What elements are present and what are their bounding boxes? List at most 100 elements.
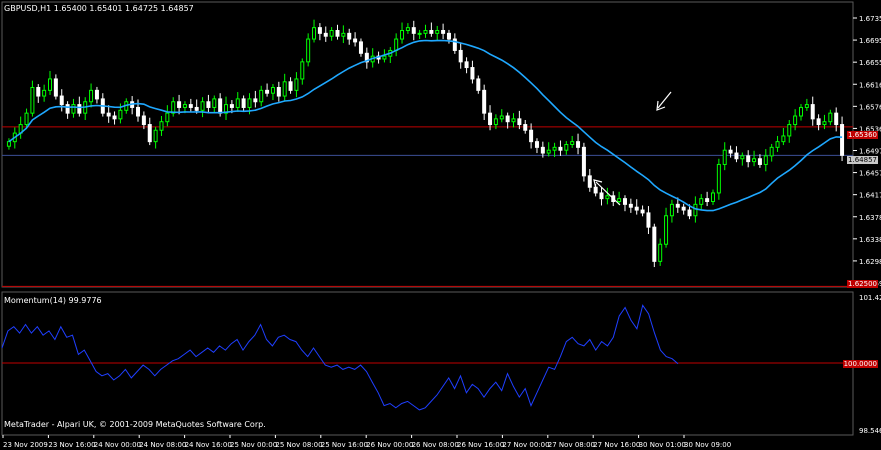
candle-body (822, 121, 827, 126)
candle-body (605, 195, 610, 200)
candle-body (118, 109, 123, 120)
candle-body (699, 198, 704, 205)
candle-body (617, 198, 622, 202)
price-axis-label: 1.66950 (859, 37, 881, 45)
candle-body (740, 155, 745, 160)
candle-body (746, 155, 751, 163)
candle-body (89, 89, 94, 103)
momentum-pane-border (1, 291, 854, 436)
time-axis-label: 30 Nov 01:00 (639, 441, 686, 449)
time-axis-label: 25 Nov 00:00 (230, 441, 277, 449)
candle-body (816, 118, 821, 126)
candle-body (705, 198, 710, 202)
price-axis-label: 1.65760 (859, 103, 881, 111)
candle-body (534, 141, 539, 148)
candle-body (828, 112, 833, 123)
candle-body (840, 124, 845, 156)
candle-body (36, 87, 41, 97)
candle-body (48, 78, 53, 91)
candle-body (511, 118, 516, 123)
candle-body (182, 104, 187, 108)
time-axis-label: 27 Nov 16:00 (593, 441, 640, 449)
candle-body (834, 112, 839, 126)
arrow-head-upper (656, 100, 666, 111)
candle-body (781, 135, 786, 143)
candle-body (763, 155, 768, 165)
time-axis-label: 23 Nov 16:00 (48, 441, 95, 449)
price-axis-label: 1.64570 (859, 170, 881, 178)
time-axis-label: 27 Nov 00:00 (502, 441, 549, 449)
candle-body (358, 41, 363, 54)
candle-body (505, 115, 510, 123)
candle-body (728, 149, 733, 154)
candle-body (59, 95, 64, 106)
candle-body (229, 104, 234, 108)
candle-body (265, 89, 270, 94)
candle-body (423, 30, 428, 34)
momentum-line (1, 304, 679, 411)
price-tag-red-lower: 1.62500 (847, 280, 878, 288)
candle-body (200, 101, 205, 111)
price-tag-red-upper: 1.65360 (847, 131, 878, 139)
candle-body (382, 55, 387, 60)
candle-body (752, 158, 757, 163)
candle-body (716, 163, 721, 194)
time-axis-label: 23 Nov 2009 (3, 441, 48, 449)
candle-body (147, 124, 152, 143)
price-axis-label: 1.62980 (859, 258, 881, 266)
candle-body (288, 81, 293, 91)
price-axis-label: 1.66550 (859, 59, 881, 67)
candle-body (517, 118, 522, 126)
candle-body (546, 149, 551, 154)
price-axis-label: 1.67350 (859, 15, 881, 23)
candle-body (106, 112, 111, 117)
price-axis-label: 1.64170 (859, 192, 881, 200)
time-axis-label: 25 Nov 16:00 (321, 441, 368, 449)
candle-body (194, 106, 199, 111)
candle-body (212, 98, 217, 108)
candle-body (464, 61, 469, 69)
candle-body (710, 192, 715, 202)
candle-body (235, 98, 240, 108)
arrow-annotation-upper (657, 91, 672, 109)
candle-body (218, 98, 223, 114)
candle-body (335, 30, 340, 37)
candle-body (658, 243, 663, 262)
candle-body (6, 141, 11, 147)
candle-body (523, 124, 528, 131)
candle-body (576, 141, 581, 148)
candle-body (675, 203, 680, 208)
candle-body (253, 98, 258, 103)
candle-body (24, 112, 29, 126)
candle-body (65, 104, 70, 114)
candle-body (470, 67, 475, 80)
candle-body (353, 38, 358, 43)
price-chart-svg[interactable]: 1.67350 1.66950 1.66550 1.66160 1.65760 1.653… (0, 0, 881, 450)
candle-body (136, 106, 141, 117)
candle-body (687, 209, 692, 217)
time-axis-label: 26 Nov 16:00 (457, 441, 504, 449)
candle-body (693, 203, 698, 217)
candle-body (394, 38, 399, 51)
candle-body (317, 27, 322, 34)
candle-body (141, 115, 146, 126)
candle-body (206, 101, 211, 108)
time-axis-label: 24 Nov 16:00 (185, 441, 232, 449)
candle-body (540, 146, 545, 154)
candle-body (634, 206, 639, 211)
candle-body (482, 89, 487, 114)
candle-body (669, 203, 674, 217)
candle-body (270, 87, 275, 94)
candle-body (640, 209, 645, 214)
candle-body (529, 129, 534, 143)
candle-body (769, 146, 774, 157)
metatrader-chart-window[interactable]: 1.67350 1.66950 1.66550 1.66160 1.65760 1.653… (0, 0, 881, 450)
candle-body (493, 118, 498, 126)
candle-body (259, 89, 264, 103)
candle-body (499, 115, 504, 120)
candle-body (177, 101, 182, 108)
candle-body (581, 146, 586, 177)
candle-body (552, 146, 557, 151)
candle-body (734, 152, 739, 160)
candle-body (282, 81, 287, 97)
